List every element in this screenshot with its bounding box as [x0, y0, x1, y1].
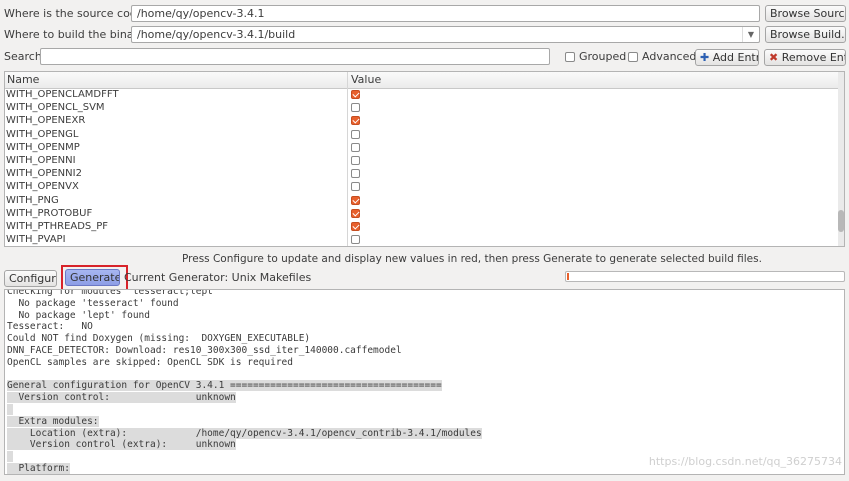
table-row[interactable]: WITH_OPENNI [5, 154, 843, 167]
log-line-text: Location (extra): /home/qy/opencv-3.4.1/… [7, 427, 482, 439]
log-line: Checking for modules 'tesseract;lept' [5, 289, 844, 298]
browse-source-button[interactable]: Browse Source... [765, 5, 846, 22]
log-line-text: Could NOT find Doxygen (missing: DOXYGEN… [7, 333, 311, 345]
log-line: Location (extra): /home/qy/opencv-3.4.1/… [5, 427, 844, 440]
row-name: WITH_PROTOBUF [6, 207, 93, 219]
row-value-checkbox[interactable] [351, 235, 360, 245]
status-message: Press Configure to update and display ne… [182, 253, 762, 265]
table-rows: WITH_OPENCLAMDFFT WITH_OPENCL_SVM WITH_OPE… [5, 88, 843, 246]
row-name: WITH_PTHREADS_PF [6, 220, 109, 232]
table-row[interactable]: WITH_OPENCLAMDFFT [5, 88, 843, 101]
log-line-text [7, 403, 13, 415]
log-line: General configuration for OpenCV 3.4.1 =… [5, 380, 844, 392]
table-row[interactable]: WITH_OPENNI2 [5, 167, 843, 180]
table-row[interactable]: WITH_OPENEXR [5, 114, 843, 127]
watermark: https://blog.csdn.net/qq_36275734 [648, 455, 842, 469]
build-path-combobox[interactable]: /home/qy/opencv-3.4.1/build ▼ [131, 26, 760, 43]
advanced-checkbox[interactable] [628, 52, 638, 62]
row-name: WITH_PVAPI [6, 234, 66, 246]
log-line-text: Version control: unknown [7, 392, 236, 404]
log-line: OpenCL samples are skipped: OpenCL SDK i… [5, 357, 844, 369]
log-lines: Checking for modules 'tesseract;lept' No… [5, 289, 844, 474]
log-line-text: Tesseract: NO [7, 321, 93, 333]
row-value-checkbox[interactable] [351, 103, 360, 113]
remove-entry-label: Remove Entry [781, 51, 845, 64]
log-line-text [7, 451, 13, 463]
generate-button[interactable]: Generate [65, 269, 120, 286]
row-value-checkbox[interactable] [351, 182, 360, 192]
table-row[interactable]: WITH_OPENCL_SVM [5, 101, 843, 114]
row-value-checkbox[interactable] [351, 195, 360, 205]
table-header: Name Value [5, 72, 841, 89]
table-scrollbar-thumb[interactable] [838, 210, 844, 232]
row-name: WITH_OPENMP [6, 141, 80, 153]
chevron-down-icon[interactable]: ▼ [742, 27, 759, 42]
log-line-text: Platform: [7, 462, 70, 474]
log-line-text: No package 'tesseract' found [7, 297, 179, 309]
table-row[interactable]: WITH_PVAPI [5, 233, 843, 246]
log-line: Extra modules: [5, 415, 844, 428]
row-value-checkbox[interactable] [351, 129, 360, 139]
source-label: Where is the source code: [4, 7, 148, 20]
table-row[interactable]: WITH_PROTOBUF [5, 207, 843, 220]
source-path-input[interactable]: /home/qy/opencv-3.4.1 [131, 5, 760, 22]
grouped-checkbox[interactable] [565, 52, 575, 62]
close-icon: ✖ [769, 51, 779, 64]
progress-marker [567, 273, 569, 280]
log-line-text: General configuration for OpenCV 3.4.1 =… [7, 380, 442, 392]
log-line: No package 'lept' found [5, 310, 844, 322]
table-scrollbar[interactable] [838, 72, 844, 246]
log-line: Could NOT find Doxygen (missing: DOXYGEN… [5, 333, 844, 345]
log-line: Version control: unknown [5, 392, 844, 404]
row-name: WITH_OPENVX [6, 181, 79, 193]
output-log[interactable]: Checking for modules 'tesseract;lept' No… [4, 289, 845, 475]
table-row[interactable]: WITH_OPENVX [5, 180, 843, 193]
current-generator-label: Current Generator: Unix Makefiles [124, 271, 312, 284]
configure-button[interactable]: Configure [4, 270, 57, 287]
log-line-text: Version control (extra): unknown [7, 439, 236, 451]
log-line: DNN_FACE_DETECTOR: Download: res10_300x3… [5, 345, 844, 357]
browse-build-button[interactable]: Browse Build... [765, 26, 846, 43]
row-name: WITH_PNG [6, 194, 59, 206]
log-line-text: No package 'lept' found [7, 309, 150, 321]
table-row[interactable]: WITH_OPENGL [5, 128, 843, 141]
log-line [5, 403, 844, 416]
row-name: WITH_OPENNI [6, 154, 76, 166]
row-value-checkbox[interactable] [351, 116, 360, 126]
log-line: No package 'tesseract' found [5, 298, 844, 310]
column-value-header[interactable]: Value [351, 73, 381, 86]
row-value-checkbox[interactable] [351, 221, 360, 231]
row-value-checkbox[interactable] [351, 208, 360, 218]
row-value-checkbox[interactable] [351, 142, 360, 152]
row-name: WITH_OPENNI2 [6, 168, 82, 180]
row-name: WITH_OPENCL_SVM [6, 102, 105, 114]
remove-entry-button[interactable]: ✖ Remove Entry [764, 49, 846, 66]
plus-icon: ✚ [700, 51, 710, 64]
log-line-text: Extra modules: [7, 415, 99, 427]
row-name: WITH_OPENGL [6, 128, 79, 140]
log-line: Tesseract: NO [5, 321, 844, 333]
add-entry-button[interactable]: ✚ Add Entry [695, 49, 759, 66]
cache-table[interactable]: Name Value WITH_OPENCLAMDFFT WITH_OPENCL_… [4, 71, 845, 247]
row-value-checkbox[interactable] [351, 90, 360, 99]
build-path-value: /home/qy/opencv-3.4.1/build [137, 28, 296, 41]
advanced-label: Advanced [642, 50, 697, 63]
table-row[interactable]: WITH_PTHREADS_PF [5, 220, 843, 233]
grouped-label: Grouped [579, 50, 627, 63]
row-value-checkbox[interactable] [351, 169, 360, 179]
log-line-text: Checking for modules 'tesseract;lept' [7, 289, 219, 297]
row-name: WITH_OPENCLAMDFFT [6, 89, 119, 100]
table-row[interactable]: WITH_PNG [5, 194, 843, 207]
log-line-text: DNN_FACE_DETECTOR: Download: res10_300x3… [7, 344, 402, 356]
table-row[interactable]: WITH_OPENMP [5, 141, 843, 154]
progress-bar [565, 271, 845, 282]
column-name-header[interactable]: Name [7, 73, 39, 86]
log-line-text: OpenCL samples are skipped: OpenCL SDK i… [7, 356, 293, 368]
search-input[interactable] [40, 48, 550, 65]
log-line: Version control (extra): unknown [5, 439, 844, 451]
row-value-checkbox[interactable] [351, 155, 360, 165]
row-name: WITH_OPENEXR [6, 115, 86, 127]
add-entry-label: Add Entry [712, 51, 758, 64]
